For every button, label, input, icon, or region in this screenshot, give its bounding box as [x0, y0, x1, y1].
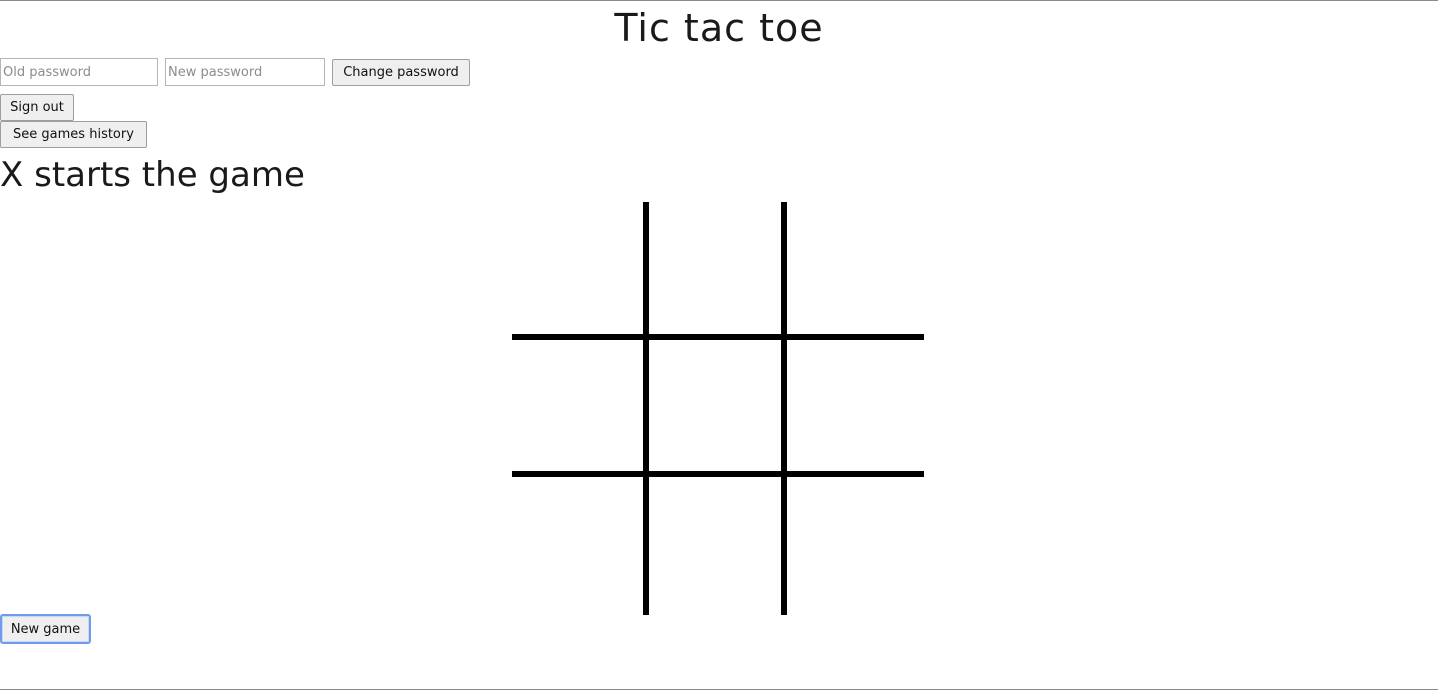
new-password-input[interactable] [165, 58, 325, 86]
board-cell-6[interactable] [787, 340, 924, 471]
games-history-button[interactable]: See games history [0, 121, 147, 148]
board-cell-4[interactable] [512, 340, 643, 471]
board-cell-3[interactable] [787, 202, 924, 334]
board-cell-1[interactable] [512, 202, 643, 334]
board-cell-9[interactable] [787, 477, 924, 615]
page: Tic tac toe Change password Sign out See… [0, 0, 1438, 690]
new-game-button[interactable]: New game [0, 614, 91, 644]
game-status: X starts the game [0, 155, 305, 195]
board-cell-5[interactable] [649, 340, 781, 471]
old-password-input[interactable] [0, 58, 158, 86]
page-title: Tic tac toe [614, 6, 824, 50]
board-cell-2[interactable] [649, 202, 781, 334]
board-cell-7[interactable] [512, 477, 643, 615]
game-board [512, 202, 924, 615]
change-password-button[interactable]: Change password [332, 59, 470, 86]
sign-out-button[interactable]: Sign out [0, 94, 74, 121]
board-cell-8[interactable] [649, 477, 781, 615]
